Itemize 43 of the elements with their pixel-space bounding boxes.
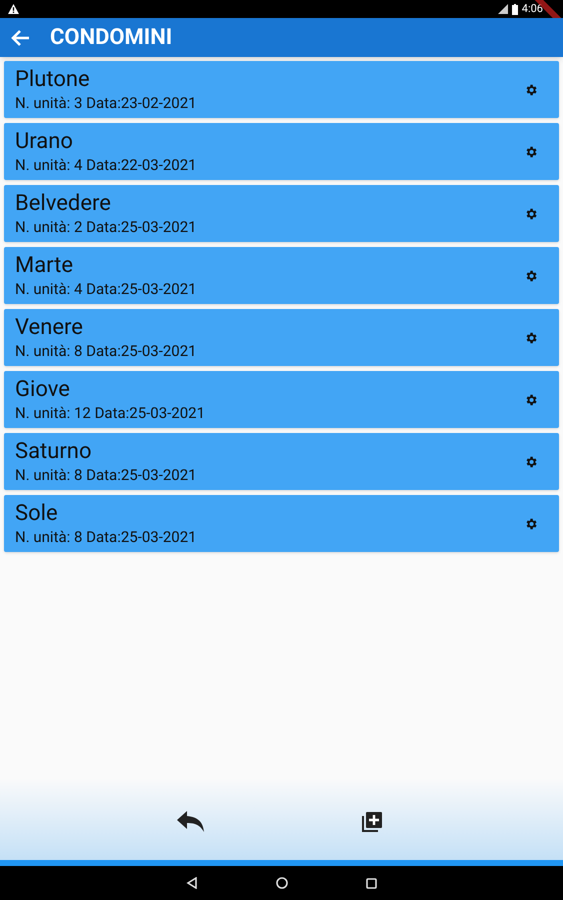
condominio-card[interactable]: Giove N. unità: 12 Data:25-03-2021: [4, 371, 559, 428]
settings-icon: [524, 144, 538, 158]
clock-time: 4:06: [522, 0, 543, 17]
condominio-card[interactable]: Sole N. unità: 8 Data:25-03-2021: [4, 495, 559, 552]
condominio-name: Marte: [15, 252, 74, 279]
settings-icon: [524, 516, 538, 530]
home-nav-icon[interactable]: [276, 877, 288, 889]
signal-icon: [498, 4, 508, 14]
settings-icon: [524, 206, 538, 220]
condominio-name: Venere: [15, 314, 84, 341]
condominio-name: Saturno: [15, 438, 93, 465]
settings-icon: [524, 392, 538, 406]
condominio-card[interactable]: Plutone N. unità: 3 Data:23-02-2021: [4, 61, 559, 118]
condominio-card[interactable]: Saturno N. unità: 8 Data:25-03-2021: [4, 433, 559, 490]
condominio-card[interactable]: Belvedere N. unità: 2 Data:25-03-2021: [4, 185, 559, 242]
reply-arrow-icon: [176, 810, 206, 834]
back-arrow-icon: [10, 28, 30, 46]
warning-icon: [8, 4, 19, 14]
battery-icon: [512, 4, 518, 14]
back-nav-icon[interactable]: [186, 877, 198, 889]
condominio-name: Belvedere: [15, 190, 112, 217]
condominio-name: Plutone: [15, 66, 91, 93]
recents-nav-icon[interactable]: [366, 878, 377, 888]
condominio-details: N. unità: 8 Data:25-03-2021: [15, 527, 198, 547]
condominio-card[interactable]: Marte N. unità: 4 Data:25-03-2021: [4, 247, 559, 304]
settings-icon: [524, 82, 538, 96]
condominio-details: N. unità: 8 Data:25-03-2021: [15, 465, 198, 485]
settings-icon: [524, 454, 538, 468]
condominio-details: N. unità: 3 Data:23-02-2021: [15, 93, 198, 113]
condominio-details: N. unità: 4 Data:25-03-2021: [15, 279, 198, 299]
condominio-name: Giove: [15, 376, 71, 403]
settings-icon: [524, 330, 538, 344]
condominio-name: Urano: [15, 128, 74, 155]
condominio-card[interactable]: Urano N. unità: 4 Data:22-03-2021: [4, 123, 559, 180]
condominio-details: N. unità: 2 Data:25-03-2021: [15, 217, 198, 237]
condominio-details: N. unità: 8 Data:25-03-2021: [15, 341, 198, 361]
settings-icon: [524, 268, 538, 282]
app-title: CONDOMINI: [50, 24, 172, 52]
condominio-details: N. unità: 12 Data:25-03-2021: [15, 403, 206, 423]
condominio-card[interactable]: Venere N. unità: 8 Data:25-03-2021: [4, 309, 559, 366]
library-add-icon: [360, 810, 384, 834]
condominio-details: N. unità: 4 Data:22-03-2021: [15, 155, 198, 175]
condominio-name: Sole: [15, 500, 59, 527]
